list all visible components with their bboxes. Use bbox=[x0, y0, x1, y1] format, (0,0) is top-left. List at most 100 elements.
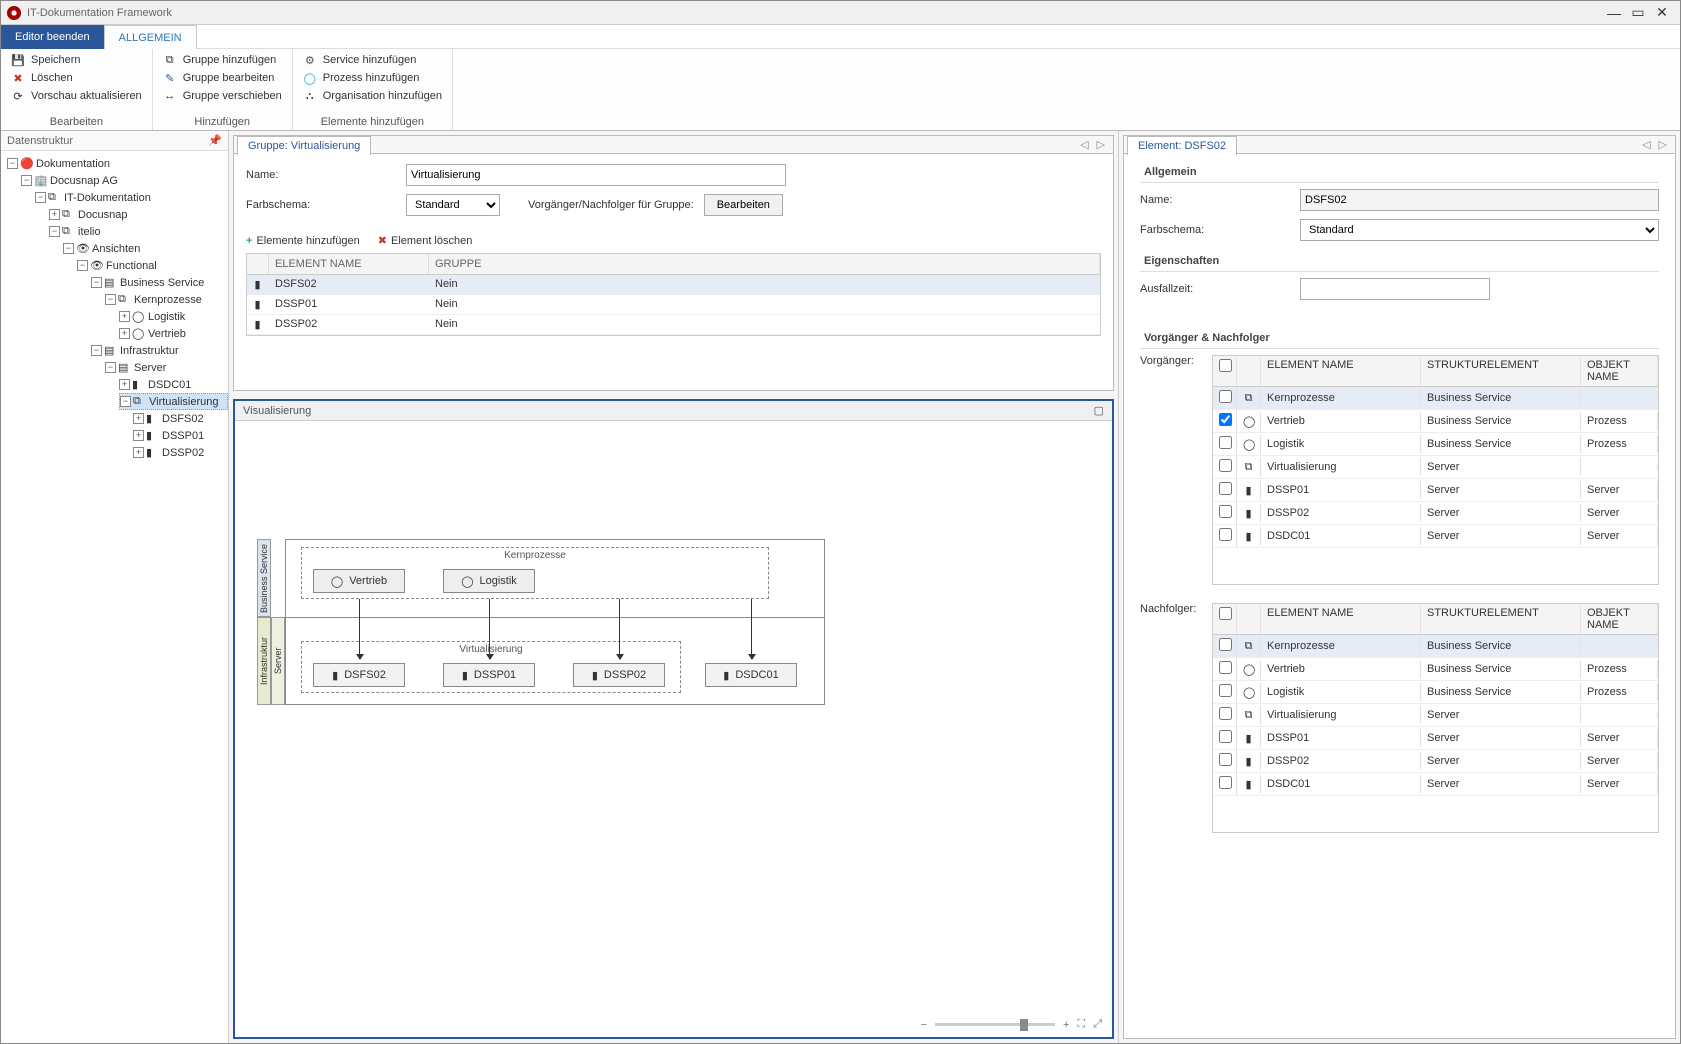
table-row[interactable]: ◯VertriebBusiness ServiceProzess bbox=[1213, 410, 1658, 433]
panel-prev-icon[interactable]: ◁ bbox=[1642, 138, 1650, 151]
tree-logistik[interactable]: +◯Logistik bbox=[119, 308, 228, 325]
table-row[interactable]: ▮DSSP02Nein bbox=[247, 315, 1100, 335]
tree-docusnap[interactable]: +⧉Docusnap bbox=[49, 206, 228, 223]
vis-node-logistik[interactable]: ◯Logistik bbox=[443, 569, 535, 593]
table-row[interactable]: ▮DSSP02ServerServer bbox=[1213, 750, 1658, 773]
row-checkbox[interactable] bbox=[1219, 528, 1232, 541]
row-checkbox[interactable] bbox=[1219, 707, 1232, 720]
edit-group-button[interactable]: ✎Gruppe bearbeiten bbox=[163, 71, 282, 85]
tree-business-service[interactable]: −▤Business Service bbox=[91, 274, 228, 291]
pin-icon[interactable]: 📌 bbox=[208, 134, 222, 147]
element-tab[interactable]: Element: DSFS02 bbox=[1127, 136, 1237, 155]
panel-prev-icon[interactable]: ◁ bbox=[1080, 138, 1088, 151]
element-color-select[interactable]: Standard bbox=[1300, 219, 1659, 241]
close-button[interactable]: ✕ bbox=[1650, 4, 1674, 22]
tree-kernprozesse[interactable]: −⧉Kernprozesse bbox=[105, 291, 228, 308]
vis-canvas[interactable]: Business Service Infrastruktur Server Ke… bbox=[235, 421, 1112, 1037]
tree-dssp01[interactable]: +▮DSSP01 bbox=[133, 427, 228, 444]
table-row[interactable]: ◯LogistikBusiness ServiceProzess bbox=[1213, 681, 1658, 704]
add-element-button[interactable]: +Elemente hinzufügen bbox=[246, 234, 360, 247]
delete-element-button[interactable]: ✖Element löschen bbox=[378, 234, 473, 247]
pred-grid[interactable]: ELEMENT NAMESTRUKTURELEMENTOBJEKT NAME ⧉… bbox=[1212, 355, 1659, 585]
label-color: Farbschema: bbox=[246, 199, 396, 211]
row-checkbox[interactable] bbox=[1219, 482, 1232, 495]
eye-icon: 👁 bbox=[90, 259, 104, 273]
fit-icon[interactable]: ⛶ bbox=[1077, 1018, 1085, 1031]
row-checkbox[interactable] bbox=[1219, 730, 1232, 743]
add-group-button[interactable]: ⧉Gruppe hinzufügen bbox=[163, 53, 282, 67]
row-checkbox[interactable] bbox=[1219, 638, 1232, 651]
row-checkbox[interactable] bbox=[1219, 436, 1232, 449]
pred-checkall[interactable] bbox=[1219, 359, 1232, 372]
succ-checkall[interactable] bbox=[1219, 607, 1232, 620]
row-checkbox[interactable] bbox=[1219, 413, 1232, 426]
table-row[interactable]: ◯LogistikBusiness ServiceProzess bbox=[1213, 433, 1658, 456]
table-row[interactable]: ▮DSDC01ServerServer bbox=[1213, 773, 1658, 796]
vis-node-dsdc01[interactable]: ▮DSDC01 bbox=[705, 663, 797, 687]
tree-dsfs02[interactable]: +▮DSFS02 bbox=[133, 410, 228, 427]
tree-dssp02[interactable]: +▮DSSP02 bbox=[133, 444, 228, 461]
table-row[interactable]: ▮DSSP01ServerServer bbox=[1213, 727, 1658, 750]
table-row[interactable]: ⧉VirtualisierungServer bbox=[1213, 704, 1658, 727]
add-org-button[interactable]: ⛬Organisation hinzufügen bbox=[303, 89, 442, 103]
table-row[interactable]: ▮DSSP02ServerServer bbox=[1213, 502, 1658, 525]
grid-actions: +Elemente hinzufügen ✖Element löschen bbox=[234, 234, 1113, 253]
element-panel-inner: Element: DSFS02 ◁▷ Allgemein Name: Farbs… bbox=[1123, 135, 1676, 1039]
tree-itelio[interactable]: −⧉itelio bbox=[49, 223, 228, 240]
table-row[interactable]: ⧉VirtualisierungServer bbox=[1213, 456, 1658, 479]
tree-virtualisierung[interactable]: −⧉Virtualisierung bbox=[119, 393, 228, 410]
edit-pred-succ-button[interactable]: Bearbeiten bbox=[704, 194, 783, 216]
tree-itdoc[interactable]: −⧉IT-Dokumentation bbox=[35, 189, 228, 206]
zoom-in-icon[interactable]: + bbox=[1063, 1019, 1069, 1031]
tree-company[interactable]: −🏢Docusnap AG bbox=[21, 172, 228, 189]
vis-node-vertrieb[interactable]: ◯Vertrieb bbox=[313, 569, 405, 593]
row-checkbox[interactable] bbox=[1219, 684, 1232, 697]
tree-dsdc01[interactable]: +▮DSDC01 bbox=[119, 376, 228, 393]
add-service-button[interactable]: ⚙Service hinzufügen bbox=[303, 53, 442, 67]
tree-root[interactable]: −🔴Dokumentation bbox=[7, 155, 228, 172]
table-row[interactable]: ⧉KernprozesseBusiness Service bbox=[1213, 635, 1658, 658]
vis-node-dssp02[interactable]: ▮DSSP02 bbox=[573, 663, 665, 687]
table-row[interactable]: ▮DSSP01Nein bbox=[247, 295, 1100, 315]
tree-server[interactable]: −▤Server bbox=[105, 359, 228, 376]
table-row[interactable]: ▮DSSP01ServerServer bbox=[1213, 479, 1658, 502]
tree-functional[interactable]: −👁Functional bbox=[77, 257, 228, 274]
row-checkbox[interactable] bbox=[1219, 505, 1232, 518]
downtime-input[interactable] bbox=[1300, 278, 1490, 300]
group-elements-grid[interactable]: ELEMENT NAME GRUPPE ▮DSFS02Nein▮DSSP01Ne… bbox=[246, 253, 1101, 336]
succ-grid[interactable]: ELEMENT NAMESTRUKTURELEMENTOBJEKT NAME ⧉… bbox=[1212, 603, 1659, 833]
add-process-button[interactable]: ◯Prozess hinzufügen bbox=[303, 71, 442, 85]
table-row[interactable]: ⧉KernprozesseBusiness Service bbox=[1213, 387, 1658, 410]
panel-next-icon[interactable]: ▷ bbox=[1097, 138, 1105, 151]
group-tab[interactable]: Gruppe: Virtualisierung bbox=[237, 136, 371, 155]
tree-ansichten[interactable]: −👁Ansichten bbox=[63, 240, 228, 257]
row-checkbox[interactable] bbox=[1219, 753, 1232, 766]
tree[interactable]: −🔴Dokumentation −🏢Docusnap AG −⧉IT-Dokum… bbox=[1, 151, 228, 1043]
vis-node-dssp01[interactable]: ▮DSSP01 bbox=[443, 663, 535, 687]
table-row[interactable]: ◯VertriebBusiness ServiceProzess bbox=[1213, 658, 1658, 681]
fullpage-icon[interactable]: ⤢ bbox=[1093, 1018, 1102, 1031]
row-checkbox[interactable] bbox=[1219, 776, 1232, 789]
group-name-input[interactable] bbox=[406, 164, 786, 186]
minimize-button[interactable]: — bbox=[1602, 4, 1626, 22]
save-button[interactable]: 💾Speichern bbox=[11, 53, 142, 67]
panel-next-icon[interactable]: ▷ bbox=[1659, 138, 1667, 151]
maximize-button[interactable]: ▭ bbox=[1626, 4, 1650, 22]
zoom-out-icon[interactable]: − bbox=[921, 1019, 927, 1031]
row-checkbox[interactable] bbox=[1219, 390, 1232, 403]
delete-button[interactable]: ✖Löschen bbox=[11, 71, 142, 85]
refresh-preview-button[interactable]: ⟳Vorschau aktualisieren bbox=[11, 89, 142, 103]
move-group-button[interactable]: ↔Gruppe verschieben bbox=[163, 89, 282, 103]
row-checkbox[interactable] bbox=[1219, 459, 1232, 472]
row-checkbox[interactable] bbox=[1219, 661, 1232, 674]
tab-editor-beenden[interactable]: Editor beenden bbox=[1, 25, 104, 49]
zoom-slider[interactable] bbox=[935, 1023, 1055, 1026]
vis-node-dsfs02[interactable]: ▮DSFS02 bbox=[313, 663, 405, 687]
table-row[interactable]: ▮DSDC01ServerServer bbox=[1213, 525, 1658, 548]
tree-vertrieb[interactable]: +◯Vertrieb bbox=[119, 325, 228, 342]
table-row[interactable]: ▮DSFS02Nein bbox=[247, 275, 1100, 295]
group-color-select[interactable]: Standard bbox=[406, 194, 500, 216]
tree-infrastruktur[interactable]: −▤Infrastruktur bbox=[91, 342, 228, 359]
tab-allgemein[interactable]: ALLGEMEIN bbox=[104, 25, 197, 49]
vis-expand-icon[interactable]: ▢ bbox=[1094, 404, 1104, 417]
